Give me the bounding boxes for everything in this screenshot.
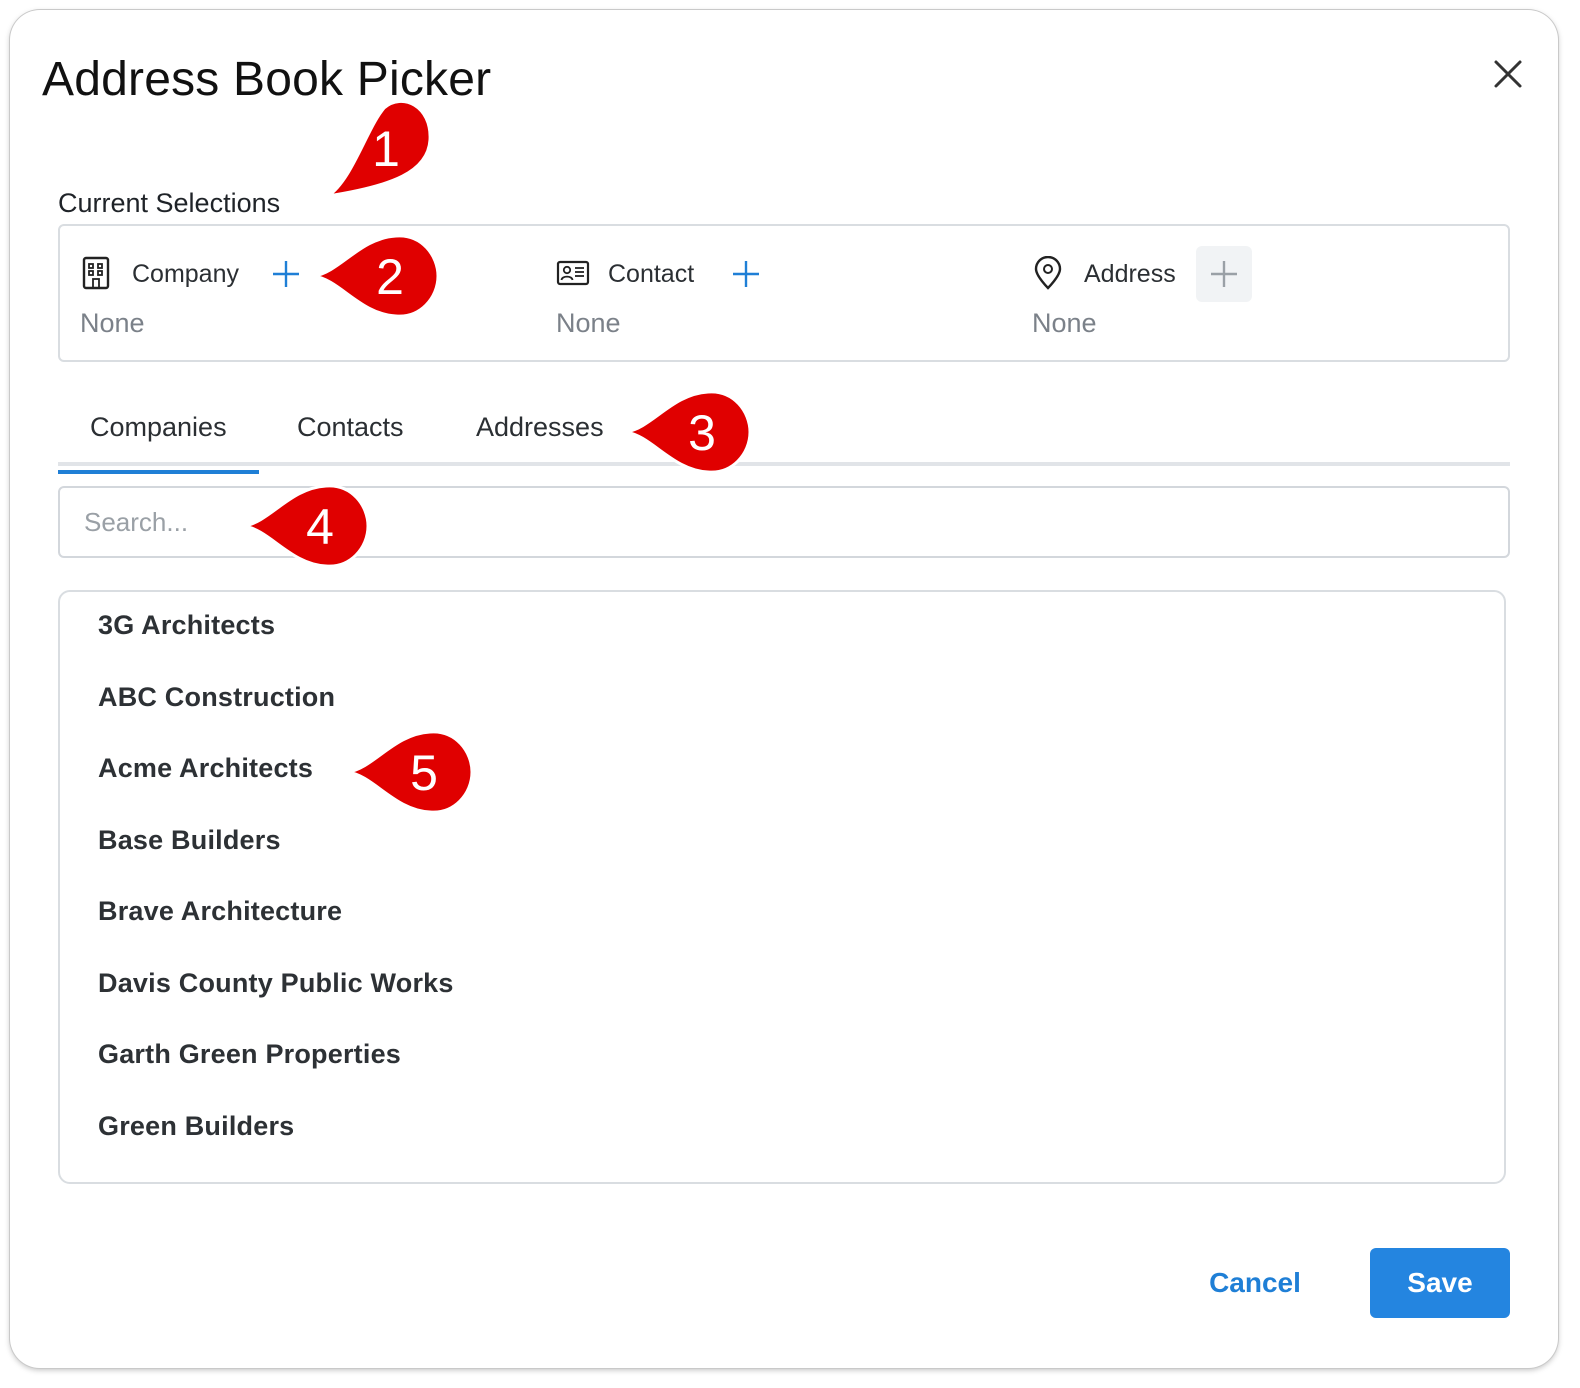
address-book-picker-dialog: Address Book Picker Current Selections C…: [10, 10, 1558, 1368]
dialog-title: Address Book Picker: [42, 53, 492, 106]
plus-icon: [273, 261, 299, 287]
contact-selection-label: Contact: [608, 260, 695, 288]
svg-text:2: 2: [376, 249, 404, 305]
callout-badge-5: 5: [347, 730, 474, 814]
address-selection-label: Address: [1084, 260, 1176, 288]
callout-badge-4: 4: [243, 484, 370, 568]
current-selections-label: Current Selections: [58, 188, 281, 218]
plus-icon: [733, 261, 759, 287]
selection-company: Company None: [60, 226, 530, 360]
tab-addresses[interactable]: Addresses: [476, 412, 604, 466]
add-company-button[interactable]: [258, 246, 314, 302]
close-button[interactable]: [1490, 56, 1526, 92]
svg-text:5: 5: [410, 745, 438, 801]
svg-text:1: 1: [372, 121, 400, 177]
cancel-button[interactable]: Cancel: [1190, 1248, 1320, 1318]
address-selection-value: None: [1032, 308, 1097, 338]
selection-contact: Contact None: [536, 226, 1006, 360]
save-button[interactable]: Save: [1370, 1248, 1510, 1318]
current-selections-panel: Company None Contact None Address None: [58, 224, 1510, 362]
tab-bar: Companies Contacts Addresses: [58, 402, 1510, 474]
company-list: 3G Architects ABC Construction Acme Arch…: [58, 590, 1506, 1184]
company-selection-value: None: [80, 308, 145, 338]
list-item[interactable]: Base Builders: [98, 825, 281, 856]
callout-badge-1: 1: [327, 100, 432, 198]
list-item[interactable]: Davis County Public Works: [98, 968, 454, 999]
contact-card-icon: [556, 260, 590, 286]
list-item[interactable]: 3G Architects: [98, 610, 275, 641]
list-item[interactable]: ABC Construction: [98, 682, 335, 713]
add-contact-button[interactable]: [718, 246, 774, 302]
close-icon: [1494, 60, 1522, 88]
add-address-button[interactable]: [1196, 246, 1252, 302]
svg-text:3: 3: [688, 405, 716, 461]
contact-selection-value: None: [556, 308, 621, 338]
callout-badge-3: 3: [625, 390, 752, 474]
svg-text:4: 4: [306, 499, 334, 555]
list-item[interactable]: Green Builders: [98, 1111, 294, 1142]
selection-address: Address None: [1012, 226, 1482, 360]
list-item[interactable]: Acme Architects: [98, 753, 313, 784]
callout-badge-2: 2: [313, 234, 440, 318]
tab-contacts[interactable]: Contacts: [297, 412, 404, 466]
tab-companies[interactable]: Companies: [58, 412, 259, 474]
list-item[interactable]: Brave Architecture: [98, 896, 342, 927]
building-icon: [82, 256, 110, 290]
plus-icon: [1211, 261, 1237, 287]
map-pin-icon: [1034, 256, 1062, 290]
list-item[interactable]: Garth Green Properties: [98, 1039, 401, 1070]
company-selection-label: Company: [132, 260, 239, 288]
